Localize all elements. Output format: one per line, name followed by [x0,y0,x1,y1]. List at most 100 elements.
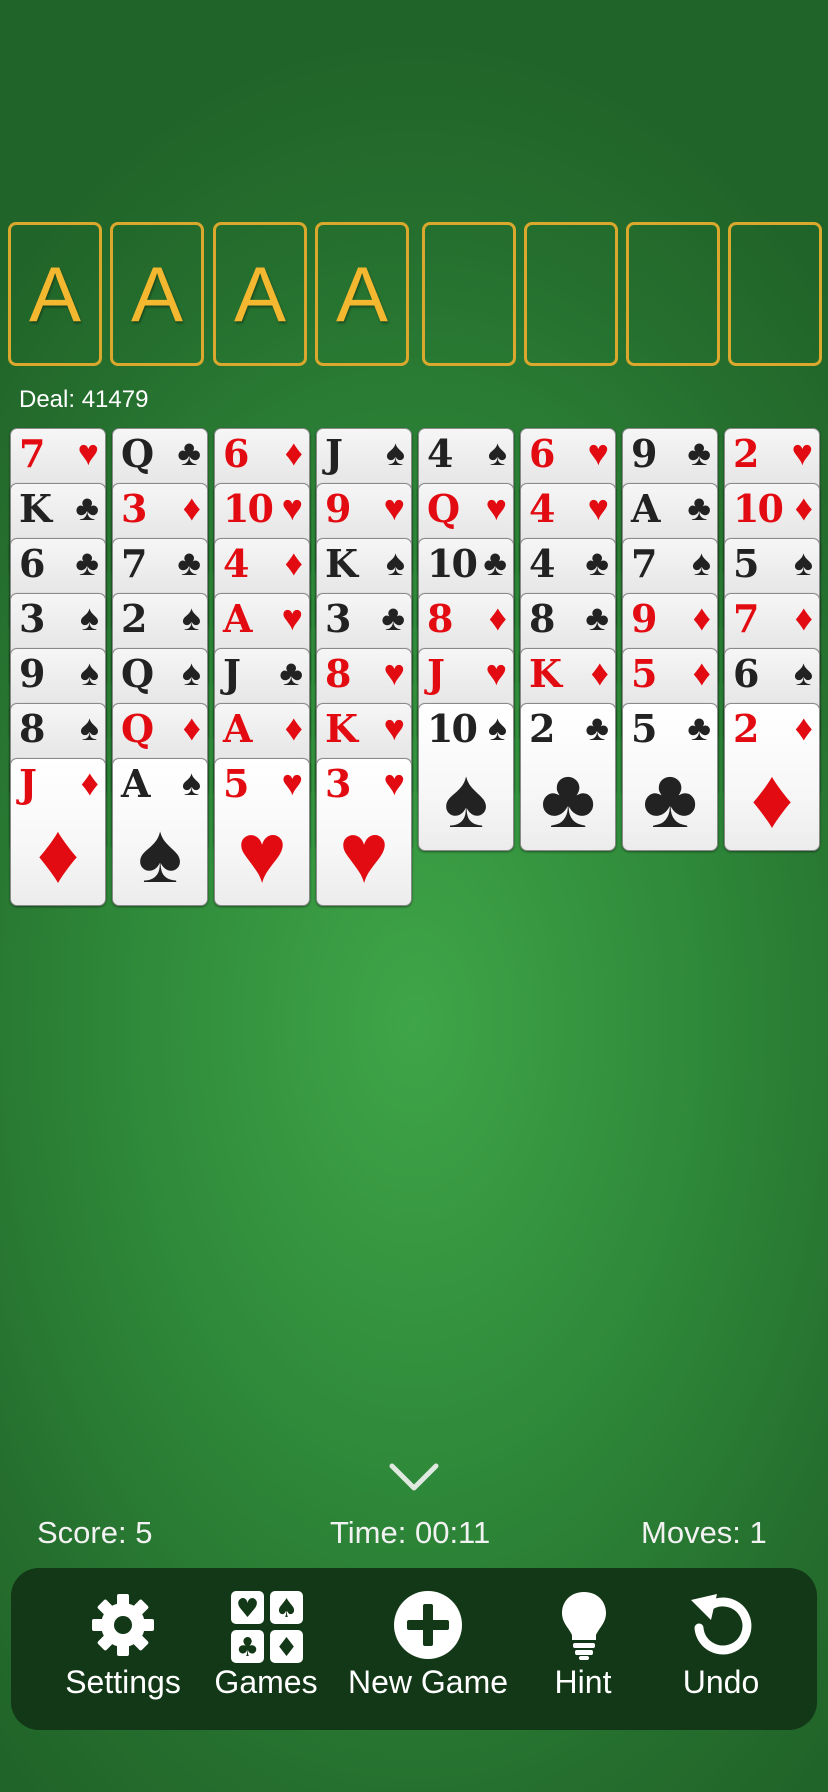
card-rank: 5 [631,706,657,751]
card-suit-icon: ♦ [80,762,99,803]
playing-card[interactable]: 5 ♥ ♥ [214,758,310,906]
undo-button[interactable]: Undo [651,1568,791,1730]
card-rank: 9 [19,651,45,696]
card-rank: 5 [223,761,249,806]
card-suit-icon: ♣ [381,597,405,638]
card-rank: 6 [733,651,759,696]
card-rank: 5 [733,541,759,586]
card-center-suit-icon: ♠ [137,806,183,900]
svg-text:♠: ♠ [275,1594,298,1624]
games-button[interactable]: ♥ ♠ ♣ ♦ Games [196,1568,336,1730]
free-cell-2[interactable] [524,222,618,366]
svg-text:♣: ♣ [236,1633,259,1663]
card-suit-icon: ♥ [77,432,99,473]
deal-number: Deal: 41479 [19,386,149,413]
card-rank: 6 [529,431,555,476]
card-suit-icon: ♥ [485,652,507,693]
card-suit-icon: ♦ [284,432,303,473]
card-rank: J [19,761,37,806]
settings-button[interactable]: Settings [33,1568,213,1730]
free-cell-3[interactable] [626,222,720,366]
score-text: Score: 5 [37,1515,153,1550]
card-suit-icon: ♣ [585,707,609,748]
new-game-button[interactable]: New Game [333,1568,523,1730]
foundation-slot-1[interactable]: A [8,222,102,366]
chevron-down-icon[interactable] [388,1462,440,1492]
card-suit-icon: ♥ [383,762,405,803]
foundation-slot-3[interactable]: A [213,222,307,366]
card-suit-icon: ♦ [182,707,201,748]
settings-label: Settings [65,1664,181,1700]
card-suit-icon: ♣ [177,542,201,583]
card-rank: 7 [631,541,657,586]
bottom-toolbar: Settings ♥ ♠ ♣ ♦ Games New Game Hint Und… [11,1568,817,1730]
card-rank: Q [121,431,154,476]
card-rank: K [529,651,562,696]
card-rank: 6 [223,431,249,476]
card-rank: A [223,596,253,641]
card-suit-icon: ♠ [181,597,201,638]
card-rank: 8 [529,596,555,641]
card-rank: 5 [631,651,657,696]
card-suit-icon: ♥ [281,487,303,528]
card-rank: Q [121,706,154,751]
undo-icon [691,1594,752,1655]
suits-grid-icon: ♥ ♠ ♣ ♦ [231,1591,303,1663]
card-suit-icon: ♦ [182,487,201,528]
card-rank: A [121,761,151,806]
card-rank: 8 [325,651,351,696]
playing-card[interactable]: 2 ♦ ♦ [724,703,820,851]
card-rank: 3 [121,486,147,531]
card-rank: 7 [19,431,45,476]
foundation-slot-4[interactable]: A [315,222,409,366]
playing-card[interactable]: 5 ♣ ♣ [622,703,718,851]
card-suit-icon: ♠ [181,652,201,693]
card-suit-icon: ♠ [487,432,507,473]
free-cell-4[interactable] [728,222,822,366]
card-suit-icon: ♣ [483,542,507,583]
foundation-label: A [233,250,287,338]
card-rank: J [325,431,343,476]
card-rank: 8 [427,596,453,641]
card-suit-icon: ♣ [75,542,99,583]
card-suit-icon: ♠ [79,597,99,638]
playing-card[interactable]: 2 ♣ ♣ [520,703,616,851]
card-center-suit-icon: ♣ [540,751,596,845]
card-suit-icon: ♦ [794,487,813,528]
svg-text:♦: ♦ [275,1633,298,1663]
card-rank: 3 [325,761,351,806]
playing-card[interactable]: J ♦ ♦ [10,758,106,906]
card-suit-icon: ♠ [181,762,201,803]
card-suit-icon: ♣ [687,707,711,748]
foundation-label: A [28,250,82,338]
hint-button[interactable]: Hint [523,1568,643,1730]
moves-text: Moves: 1 [641,1515,767,1550]
card-suit-icon: ♠ [793,652,813,693]
card-suit-icon: ♥ [383,652,405,693]
foundation-slot-2[interactable]: A [110,222,204,366]
playing-card[interactable]: 3 ♥ ♥ [316,758,412,906]
card-suit-icon: ♥ [281,762,303,803]
card-suit-icon: ♣ [75,487,99,528]
card-rank: 4 [529,486,555,531]
card-rank: J [427,651,445,696]
undo-label: Undo [682,1664,760,1700]
free-cell-1[interactable] [422,222,516,366]
card-center-suit-icon: ♠ [443,751,489,845]
card-suit-icon: ♠ [691,542,711,583]
card-rank: 4 [427,431,453,476]
card-suit-icon: ♠ [487,707,507,748]
card-center-suit-icon: ♣ [642,751,698,845]
card-suit-icon: ♦ [794,707,813,748]
playing-card[interactable]: A ♠ ♠ [112,758,208,906]
card-rank: 8 [19,706,45,751]
card-suit-icon: ♥ [587,487,609,528]
playing-card[interactable]: 10 ♠ ♠ [418,703,514,851]
card-suit-icon: ♣ [279,652,303,693]
card-rank: 2 [529,706,555,751]
card-rank: Q [121,651,154,696]
card-suit-icon: ♣ [585,597,609,638]
card-suit-icon: ♠ [385,542,405,583]
card-rank: 9 [631,431,657,476]
lightbulb-icon [562,1592,606,1660]
